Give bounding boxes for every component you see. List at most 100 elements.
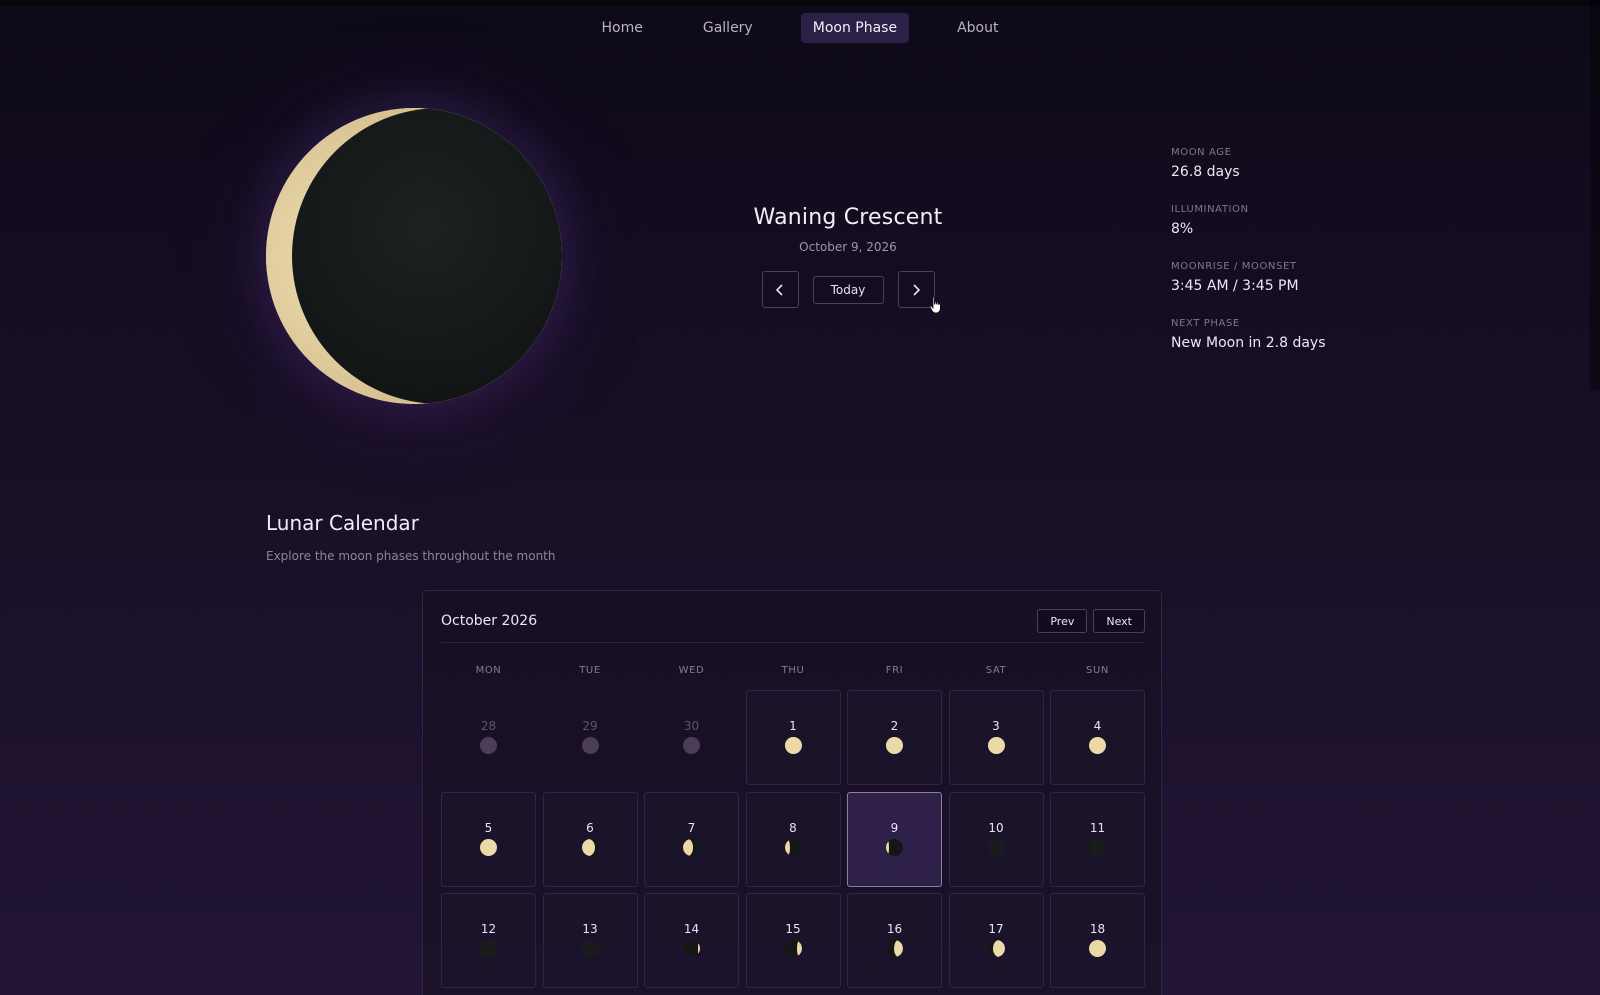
calendar-day-number: 3 xyxy=(992,719,1000,733)
stat-moon-age: MOON AGE 26.8 days xyxy=(1171,147,1240,180)
calendar-day-number: 14 xyxy=(683,922,700,936)
calendar-day-number: 2 xyxy=(890,719,899,733)
weekday-label: SAT xyxy=(985,665,1007,676)
moon-phase-icon xyxy=(987,838,1005,856)
moon-phase-visual xyxy=(266,108,562,404)
calendar-nav: Prev Next xyxy=(1037,609,1145,633)
calendar-day[interactable]: 10 xyxy=(948,791,1044,887)
nav-gallery[interactable]: Gallery xyxy=(691,13,765,43)
top-bar xyxy=(0,0,1600,6)
calendar-day-number: 7 xyxy=(687,820,696,835)
weekday-header: MON TUE WED THU FRI SAT SUN xyxy=(441,665,1145,676)
nav-home[interactable]: Home xyxy=(590,13,655,43)
phase-controls: Today xyxy=(700,271,996,308)
moon-phase-icon xyxy=(683,838,700,856)
moon-phase-icon xyxy=(886,940,903,957)
calendar-subtitle: Explore the moon phases throughout the m… xyxy=(266,549,556,563)
calendar-day[interactable]: 17 xyxy=(948,893,1044,988)
moon-phase-icon xyxy=(480,838,497,856)
calendar-day[interactable]: 6 xyxy=(542,791,638,887)
stat-moonrise-moonset: MOONRISE / MOONSET 3:45 AM / 3:45 PM xyxy=(1171,261,1299,294)
moon-phase-icon xyxy=(987,737,1005,754)
phase-name: Waning Crescent xyxy=(753,205,943,230)
calendar-day-number: 18 xyxy=(1089,922,1106,936)
moon-phase-icon xyxy=(1089,940,1106,957)
calendar-day-number: 16 xyxy=(886,922,903,936)
main-nav: Home Gallery Moon Phase About xyxy=(0,13,1600,43)
prev-day-button[interactable] xyxy=(761,271,799,308)
nav-moon-phase[interactable]: Moon Phase xyxy=(800,13,910,43)
moon-phase-icon xyxy=(886,838,903,856)
moon-phase-icon xyxy=(683,737,700,754)
calendar-day[interactable]: 11 xyxy=(1050,791,1145,887)
calendar-title: Lunar Calendar xyxy=(266,511,419,535)
moon-phase-icon xyxy=(683,940,700,957)
phase-info: Waning Crescent October 9, 2026 Today xyxy=(700,205,996,308)
moon-phase-icon xyxy=(784,940,802,957)
calendar-day[interactable]: 12 xyxy=(441,893,536,988)
calendar-day-number: 30 xyxy=(683,719,700,733)
moon-phase-icon xyxy=(480,940,497,957)
moon-phase-icon xyxy=(987,940,1005,957)
next-month-button[interactable]: Next xyxy=(1093,609,1145,633)
calendar-day[interactable]: 3 xyxy=(948,690,1044,785)
scrollbar[interactable] xyxy=(1590,0,1600,390)
weekday-label: SUN xyxy=(1086,665,1109,676)
chevron-right-icon xyxy=(913,283,921,296)
calendar-day-number: 15 xyxy=(785,922,801,936)
calendar-day-number: 28 xyxy=(480,719,497,733)
calendar-day[interactable]: 7 xyxy=(644,791,739,887)
calendar-day[interactable]: 16 xyxy=(847,893,942,988)
calendar-day[interactable]: 14 xyxy=(644,893,739,988)
moon-phase-icon xyxy=(581,838,599,856)
moon-phase-icon xyxy=(581,737,599,754)
phase-date: October 9, 2026 xyxy=(799,240,897,254)
calendar-day-number: 5 xyxy=(484,820,493,835)
calendar-grid: 28 29 30 1 2 3 4 5 6 7 8 9 10 11 12 13 14 15 16 17 18 xyxy=(441,690,1145,988)
calendar-day-number: 6 xyxy=(586,820,594,835)
calendar-day-number: 11 xyxy=(1089,820,1106,835)
stat-next-phase: NEXT PHASE New Moon in 2.8 days xyxy=(1171,318,1326,351)
moon-phase-icon xyxy=(784,838,802,856)
calendar-heading: Lunar Calendar Explore the moon phases t… xyxy=(266,511,556,563)
calendar-header: October 2026 Prev Next xyxy=(441,609,1145,643)
hand-cursor-icon xyxy=(929,296,941,314)
calendar-day[interactable]: 29 xyxy=(543,690,638,785)
calendar-day-number: 8 xyxy=(789,820,797,835)
calendar-day-number: 1 xyxy=(789,719,797,733)
calendar-day-number: 13 xyxy=(582,922,598,936)
calendar-month: October 2026 xyxy=(441,613,538,629)
nav-about[interactable]: About xyxy=(945,13,1010,43)
calendar-day[interactable]: 15 xyxy=(745,893,841,988)
calendar-day-number: 12 xyxy=(480,922,497,936)
weekday-label: MON xyxy=(475,665,502,676)
calendar-day-selected[interactable]: 9 xyxy=(847,791,942,887)
moon-phase-icon xyxy=(1089,737,1106,754)
prev-month-button[interactable]: Prev xyxy=(1037,609,1088,633)
chevron-left-icon xyxy=(775,283,783,296)
calendar-day[interactable]: 28 xyxy=(441,690,536,785)
calendar-day[interactable]: 5 xyxy=(441,791,536,887)
today-button[interactable]: Today xyxy=(812,275,884,304)
calendar-day[interactable]: 8 xyxy=(745,791,841,887)
moon-phase-icon xyxy=(480,737,497,754)
calendar-day-number: 17 xyxy=(988,922,1004,936)
calendar-day[interactable]: 13 xyxy=(542,893,638,988)
calendar-day-number: 4 xyxy=(1093,719,1102,733)
weekday-label: THU xyxy=(781,665,805,676)
weekday-label: TUE xyxy=(579,665,601,676)
calendar-day[interactable]: 18 xyxy=(1050,893,1145,988)
calendar-day-number: 10 xyxy=(988,820,1004,835)
calendar-day[interactable]: 30 xyxy=(644,690,739,785)
weekday-label: FRI xyxy=(885,665,904,676)
moon-phase-icon xyxy=(581,940,599,957)
calendar-day[interactable]: 4 xyxy=(1050,690,1145,785)
weekday-label: WED xyxy=(678,665,705,676)
stat-illumination: ILLUMINATION 8% xyxy=(1171,204,1249,237)
calendar-panel: October 2026 Prev Next MON TUE WED THU F… xyxy=(422,590,1162,995)
calendar-day[interactable]: 2 xyxy=(847,690,942,785)
moon-stats: MOON AGE 26.8 days ILLUMINATION 8% MOONR… xyxy=(1171,147,1431,375)
moon-phase-icon xyxy=(1089,838,1106,856)
calendar-day[interactable]: 1 xyxy=(745,690,841,785)
moon-phase-icon xyxy=(886,737,903,754)
